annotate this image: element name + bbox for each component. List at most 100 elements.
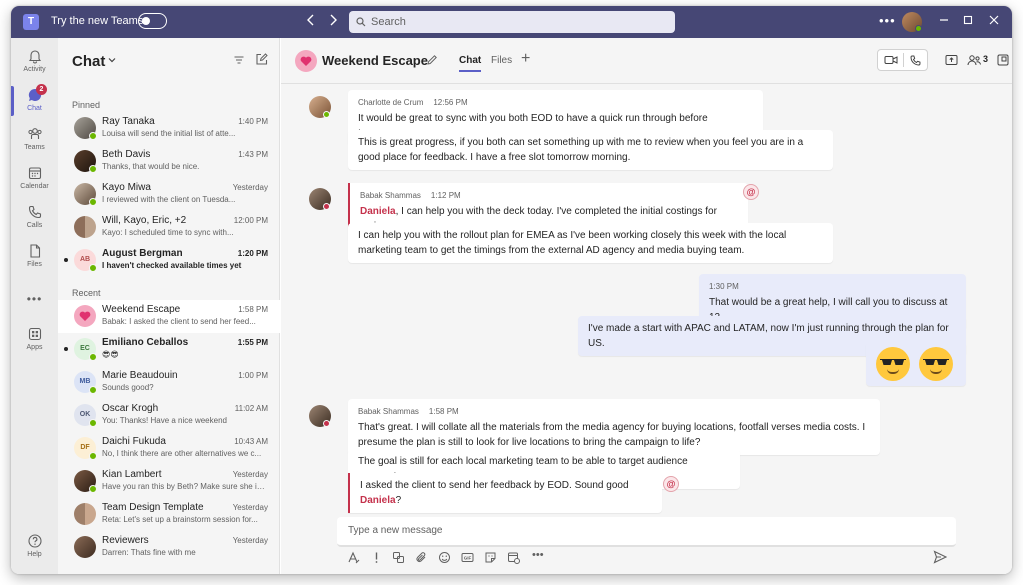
- rail-item-teams[interactable]: Teams: [11, 126, 58, 151]
- important-icon[interactable]: [370, 551, 383, 567]
- send-icon[interactable]: [933, 550, 948, 567]
- participants-icon[interactable]: [967, 54, 981, 69]
- group-avatar: [74, 536, 96, 558]
- message-bubble[interactable]: I can help you with the rollout plan for…: [348, 223, 833, 263]
- maximize-icon[interactable]: [963, 14, 973, 28]
- format-icon[interactable]: [347, 551, 360, 567]
- message-time: 12:56 PM: [433, 98, 468, 107]
- attach-icon[interactable]: [415, 551, 428, 567]
- teams-icon: [27, 128, 42, 139]
- chat-preview: Reta: Let's set up a brainstorm session …: [102, 515, 258, 524]
- close-icon[interactable]: [989, 14, 999, 28]
- chat-name: Reviewers: [102, 535, 149, 546]
- chat-name: Will, Kayo, Eric, +2: [102, 215, 187, 226]
- message-text: That's great. I will collate all the mat…: [358, 422, 866, 448]
- status-available-icon: [89, 452, 97, 460]
- file-icon: [29, 244, 40, 258]
- compose-placeholder: Type a new message: [348, 525, 443, 536]
- chat-preview: You: Thanks! Have a nice weekend: [102, 416, 227, 425]
- message-meta: Charlotte de Crum 12:56 PM: [358, 95, 753, 110]
- chat-item-emiliano-ceballos[interactable]: EC Emiliano Ceballos 1:55 PM 😎😎: [58, 333, 280, 366]
- rail-item-activity[interactable]: Activity: [11, 48, 58, 73]
- unread-dot-icon: [64, 347, 68, 351]
- chat-name: Daichi Fukuda: [102, 436, 166, 447]
- more-options-icon[interactable]: •••: [879, 13, 896, 28]
- back-arrow-icon[interactable]: [306, 13, 316, 30]
- toggle-knob: [142, 17, 150, 25]
- audio-call-icon[interactable]: [909, 54, 922, 70]
- chat-item-kayo-miwa[interactable]: Kayo Miwa Yesterday I reviewed with the …: [58, 178, 280, 211]
- message-compose-input[interactable]: Type a new message: [337, 517, 956, 547]
- tab-chat[interactable]: Chat: [459, 55, 482, 72]
- gif-icon[interactable]: GIF: [461, 551, 474, 567]
- mention[interactable]: Daniela: [360, 495, 396, 506]
- chat-item-group-will-kayo-eric[interactable]: Will, Kayo, Eric, +2 12:00 PM Kayo: I sc…: [58, 211, 280, 244]
- video-call-icon[interactable]: [884, 54, 898, 69]
- rail-more-icon[interactable]: •••: [11, 292, 58, 306]
- chat-preview: Have you ran this by Beth? Make sure she…: [102, 482, 266, 491]
- tab-files[interactable]: Files: [491, 55, 512, 66]
- search-input[interactable]: Search: [349, 11, 675, 33]
- chat-time: 1:43 PM: [238, 150, 268, 159]
- chat-item-kian-lambert[interactable]: Kian Lambert Yesterday Have you ran this…: [58, 465, 280, 498]
- chat-item-weekend-escape[interactable]: Weekend Escape 1:58 PM Babak: I asked th…: [58, 300, 280, 333]
- rail-item-calls[interactable]: Calls: [11, 204, 58, 229]
- minimize-icon[interactable]: [939, 14, 949, 28]
- message-bubble[interactable]: I asked the client to send her feedback …: [348, 473, 662, 513]
- chat-item-daichi-fukuda[interactable]: DF Daichi Fukuda 10:43 AM No, I think th…: [58, 432, 280, 465]
- chat-preview: Louisa will send the initial list of att…: [102, 129, 236, 138]
- group-avatar: [74, 216, 96, 238]
- chat-item-august-bergman[interactable]: AB August Bergman 1:20 PM I haven't chec…: [58, 244, 280, 277]
- mention[interactable]: Daniela: [360, 206, 396, 217]
- chat-item-reviewers[interactable]: Reviewers Yesterday Darren: Thats fine w…: [58, 531, 280, 564]
- pinned-section-label: Pinned: [72, 100, 101, 110]
- chat-badge: 2: [36, 84, 47, 95]
- chat-item-oscar-krogh[interactable]: OK Oscar Krogh 11:02 AM You: Thanks! Hav…: [58, 399, 280, 432]
- message-bubble[interactable]: Babak Shammas 1:58 PM That's great. I wil…: [348, 399, 880, 455]
- my-emoji-message[interactable]: [866, 342, 966, 386]
- status-available-icon: [89, 132, 97, 140]
- chat-item-team-design-template[interactable]: Team Design Template Yesterday Reta: Let…: [58, 498, 280, 531]
- new-chat-icon[interactable]: [255, 53, 268, 69]
- add-tab-button[interactable]: +: [521, 50, 530, 68]
- message-text: This is great progress, if you both can …: [358, 137, 804, 163]
- heart-icon: [300, 56, 312, 66]
- chat-name: Team Design Template: [102, 502, 204, 513]
- filter-icon[interactable]: [233, 54, 245, 69]
- forward-arrow-icon[interactable]: [328, 13, 338, 30]
- message-bubble[interactable]: This is great progress, if you both can …: [348, 130, 833, 170]
- rail-item-calendar[interactable]: Calendar: [11, 165, 58, 190]
- emoji-icon[interactable]: [438, 551, 451, 567]
- unread-dot-icon: [64, 258, 68, 262]
- rail-label: Files: [27, 261, 42, 268]
- chat-item-marie-beaudouin[interactable]: MB Marie Beaudouin 1:00 PM Sounds good?: [58, 366, 280, 399]
- status-available-icon: [89, 264, 97, 272]
- pop-out-icon[interactable]: [997, 54, 1009, 69]
- teams-logo-icon: T: [23, 14, 39, 30]
- rail-label: Calls: [26, 222, 43, 229]
- chat-time: 12:00 PM: [233, 216, 268, 225]
- try-new-teams-toggle[interactable]: [138, 13, 167, 29]
- rail-item-chat[interactable]: 2 Chat: [11, 84, 58, 112]
- chat-item-ray-tanaka[interactable]: Ray Tanaka 1:40 PM Louisa will send the …: [58, 112, 280, 145]
- chat-list-pane: Chat Pinned Ray Tanaka 1:40 PM Louisa wi…: [58, 38, 280, 574]
- loop-component-icon[interactable]: [392, 551, 405, 567]
- edit-name-icon[interactable]: [426, 54, 438, 69]
- rail-item-help[interactable]: Help: [11, 533, 58, 558]
- chevron-down-icon[interactable]: [107, 54, 117, 68]
- more-options-icon[interactable]: •••: [532, 549, 544, 561]
- schedule-meeting-icon[interactable]: [507, 551, 520, 567]
- chat-time: 1:55 PM: [237, 338, 268, 347]
- sticker-icon[interactable]: [484, 551, 497, 567]
- chat-list-title: Chat: [72, 53, 106, 70]
- chat-name: Kian Lambert: [102, 469, 162, 480]
- status-available-icon: [323, 111, 330, 118]
- share-screen-icon[interactable]: [945, 54, 958, 69]
- chat-item-beth-davis[interactable]: Beth Davis 1:43 PM Thanks, that would be…: [58, 145, 280, 178]
- rail-item-files[interactable]: Files: [11, 243, 58, 268]
- rail-label: Calendar: [20, 183, 49, 190]
- mention-at-icon: @: [743, 184, 759, 200]
- chat-name: August Bergman: [102, 248, 183, 259]
- status-available-icon: [89, 485, 97, 493]
- rail-item-apps[interactable]: Apps: [11, 326, 58, 351]
